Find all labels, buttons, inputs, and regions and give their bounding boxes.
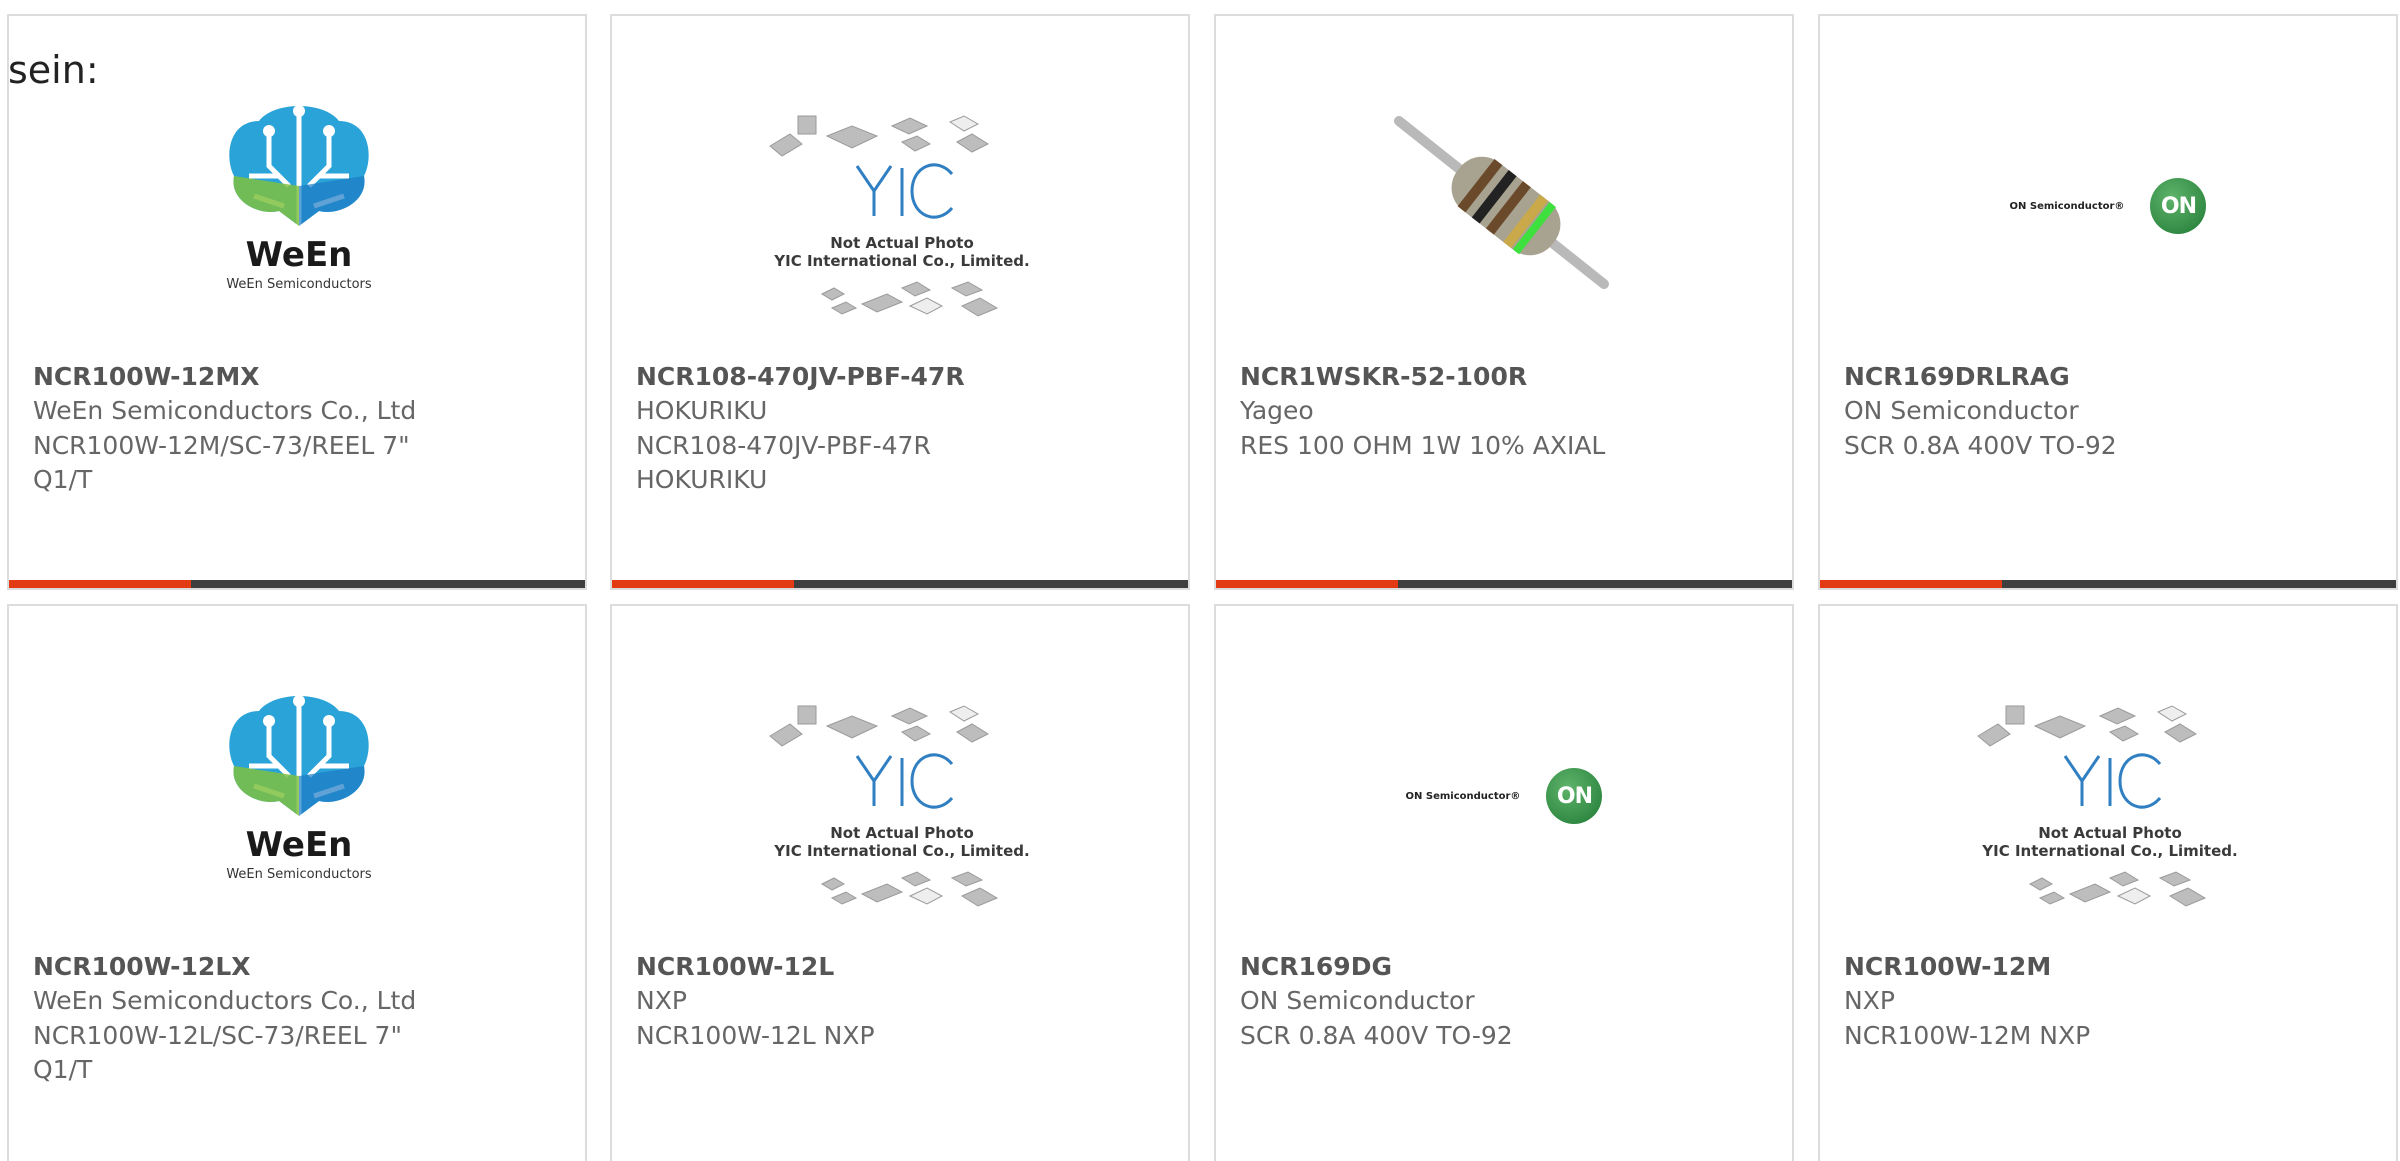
product-card[interactable]: Not Actual Photo YIC International Co., … — [1818, 604, 2398, 1161]
ween-brand-text: WeEn — [246, 235, 353, 275]
product-card[interactable]: WeEn WeEn Semiconductors NCR100W-12LX WeE… — [7, 604, 587, 1161]
on-brand-text: ON Semiconductor® — [1405, 790, 1521, 802]
description: RES 100 OHM 1W 10% AXIAL — [1240, 430, 1606, 460]
ween-sub-text: WeEn Semiconductors — [226, 277, 372, 292]
part-number-link[interactable]: NCR169DG — [1240, 950, 1768, 984]
product-card[interactable]: ON Semiconductor® ON NCR169DRLRAG ON Semi… — [1818, 14, 2398, 590]
card-bottom-bar — [9, 580, 585, 588]
product-card[interactable]: WeEn WeEn Semiconductors NCR100W-12MX WeE… — [7, 14, 587, 590]
product-image[interactable]: Not Actual Photo YIC International Co., … — [612, 56, 1188, 356]
card-bottom-bar — [1216, 580, 1792, 588]
yic-line1-text: Not Actual Photo — [830, 824, 974, 842]
card-bottom-bar — [612, 580, 1188, 588]
part-number-link[interactable]: NCR100W-12M — [1844, 950, 2372, 984]
yic-line1-text: Not Actual Photo — [2038, 824, 2182, 842]
ween-logo-icon: WeEn WeEn Semiconductors — [226, 695, 372, 882]
description: NCR100W-12M/SC-73/REEL 7" — [33, 430, 410, 460]
on-semiconductor-logo-icon: ON Semiconductor® ON — [1216, 646, 1792, 946]
on-badge-text: ON — [1546, 768, 1603, 824]
manufacturer: WeEn Semiconductors Co., Ltd — [33, 396, 417, 425]
yic-line2-text: YIC International Co., Limited. — [773, 842, 1029, 860]
ween-brand-text: WeEn — [246, 825, 353, 865]
product-image[interactable]: Not Actual Photo YIC International Co., … — [1820, 646, 2396, 946]
product-image[interactable]: WeEn WeEn Semiconductors — [9, 646, 585, 946]
resistor-photo-icon — [1394, 116, 1609, 289]
part-number-link[interactable]: NCR100W-12MX — [33, 360, 561, 394]
manufacturer: WeEn Semiconductors Co., Ltd — [33, 986, 417, 1015]
part-number-link[interactable]: NCR100W-12L — [636, 950, 1164, 984]
on-brand-text: ON Semiconductor® — [2009, 200, 2125, 212]
on-semiconductor-logo-icon: ON Semiconductor® ON — [1820, 56, 2396, 356]
product-info: NCR108-470JV-PBF-47R HOKURIKU NCR108-470JV… — [636, 360, 1164, 498]
manufacturer: Yageo — [1240, 396, 1314, 425]
product-info: NCR169DRLRAG ON Semiconductor SCR 0.8A 400… — [1844, 360, 2372, 463]
description: NCR100W-12M NXP — [1844, 1020, 2091, 1050]
product-info: NCR100W-12M NXP NCR100W-12M NXP — [1844, 950, 2372, 1053]
description-extra: Q1/T — [33, 1055, 93, 1084]
description: SCR 0.8A 400V TO-92 — [1240, 1020, 1513, 1050]
yic-placeholder-icon: Not Actual Photo YIC International Co., … — [1977, 705, 2238, 907]
part-number-link[interactable]: NCR169DRLRAG — [1844, 360, 2372, 394]
part-number-link[interactable]: NCR1WSKR-52-100R — [1240, 360, 1768, 394]
product-image[interactable]: Not Actual Photo YIC International Co., … — [612, 646, 1188, 946]
product-info: NCR169DG ON Semiconductor SCR 0.8A 400V TO… — [1240, 950, 1768, 1053]
description-extra: HOKURIKU — [636, 465, 768, 494]
intro-text: sein: — [8, 48, 99, 92]
card-accent-bar — [9, 580, 191, 588]
manufacturer: HOKURIKU — [636, 396, 768, 425]
yic-line2-text: YIC International Co., Limited. — [773, 252, 1029, 270]
product-info: NCR1WSKR-52-100R Yageo RES 100 OHM 1W 10% … — [1240, 360, 1768, 463]
card-accent-bar — [1216, 580, 1398, 588]
part-number-link[interactable]: NCR108-470JV-PBF-47R — [636, 360, 1164, 394]
manufacturer: ON Semiconductor — [1844, 396, 2079, 425]
description: NCR108-470JV-PBF-47R — [636, 430, 931, 460]
ween-sub-text: WeEn Semiconductors — [226, 867, 372, 882]
description: NCR100W-12L/SC-73/REEL 7" — [33, 1020, 402, 1050]
yic-line2-text: YIC International Co., Limited. — [1981, 842, 2237, 860]
card-accent-bar — [1820, 580, 2002, 588]
ween-logo-icon: WeEn WeEn Semiconductors — [226, 105, 372, 292]
part-number-link[interactable]: NCR100W-12LX — [33, 950, 561, 984]
product-image[interactable]: ON Semiconductor® ON — [1820, 56, 2396, 356]
product-image[interactable] — [1216, 56, 1792, 356]
product-image[interactable]: WeEn WeEn Semiconductors — [9, 56, 585, 356]
manufacturer: ON Semiconductor — [1240, 986, 1475, 1015]
product-info: NCR100W-12LX WeEn Semiconductors Co., Ltd… — [33, 950, 561, 1088]
yic-line1-text: Not Actual Photo — [830, 234, 974, 252]
description-extra: Q1/T — [33, 465, 93, 494]
description: NCR100W-12L NXP — [636, 1020, 875, 1050]
product-info: NCR100W-12L NXP NCR100W-12L NXP — [636, 950, 1164, 1053]
card-accent-bar — [612, 580, 794, 588]
manufacturer: NXP — [1844, 986, 1895, 1015]
product-info: NCR100W-12MX WeEn Semiconductors Co., Ltd… — [33, 360, 561, 498]
product-card[interactable]: Not Actual Photo YIC International Co., … — [610, 14, 1190, 590]
product-card[interactable]: ON Semiconductor® ON NCR169DG ON Semicond… — [1214, 604, 1794, 1161]
on-badge-text: ON — [2150, 178, 2207, 234]
product-card[interactable]: Not Actual Photo YIC International Co., … — [610, 604, 1190, 1161]
yic-placeholder-icon: Not Actual Photo YIC International Co., … — [769, 115, 1030, 317]
product-image[interactable]: ON Semiconductor® ON — [1216, 646, 1792, 946]
description: SCR 0.8A 400V TO-92 — [1844, 430, 2117, 460]
yic-placeholder-icon: Not Actual Photo YIC International Co., … — [769, 705, 1030, 907]
card-bottom-bar — [1820, 580, 2396, 588]
manufacturer: NXP — [636, 986, 687, 1015]
product-card[interactable]: NCR1WSKR-52-100R Yageo RES 100 OHM 1W 10% … — [1214, 14, 1794, 590]
